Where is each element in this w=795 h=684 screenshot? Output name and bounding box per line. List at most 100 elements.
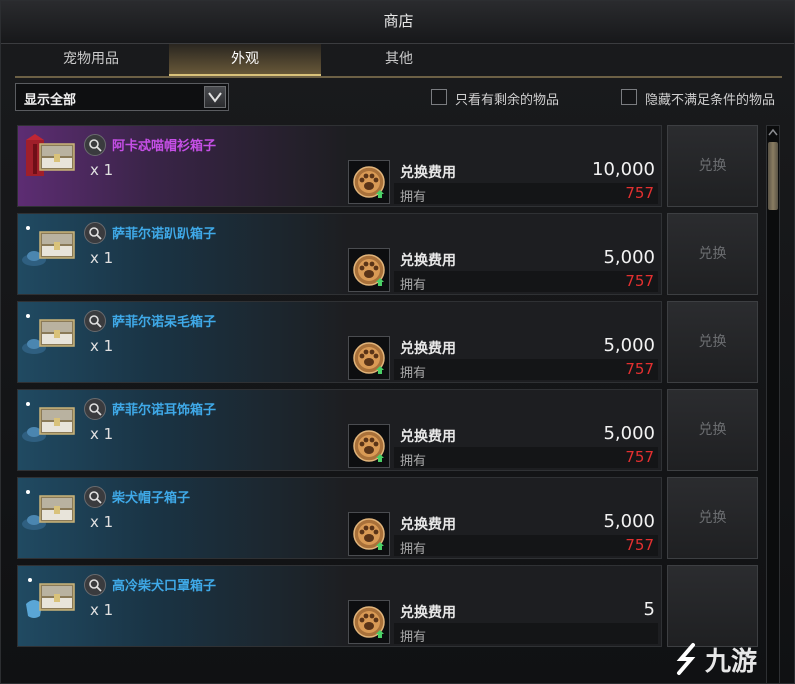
cost-label: 兑换费用 — [400, 429, 456, 445]
owned-label: 拥有 — [400, 366, 427, 381]
shop-item-row: 阿卡忒喵帽衫箱子 x 1 兑换费用 10,000 拥有 757 兑换 — [17, 125, 758, 207]
item-quantity: x 1 — [90, 513, 114, 531]
watermark-text: 九游 — [705, 647, 758, 677]
shop-item-row: 高冷柴犬口罩箱子 x 1 兑换费用 5 拥有 — [17, 565, 758, 647]
owned-bar: 拥有 757 — [394, 359, 658, 381]
item-name: 萨菲尔诺耳饰箱子 — [112, 403, 217, 418]
exchange-button-label: 兑换 — [698, 246, 727, 262]
magnifier-icon[interactable] — [84, 574, 106, 596]
chest-mask-icon[interactable] — [20, 570, 78, 630]
checkbox-hide-unmet[interactable]: 隐藏不满足条件的物品 — [621, 87, 791, 108]
magnifier-icon[interactable] — [84, 222, 106, 244]
item-name: 萨菲尔诺呆毛箱子 — [112, 315, 217, 330]
owned-value: 757 — [625, 448, 654, 466]
exchange-button-label: 兑换 — [698, 334, 727, 350]
dropdown-value: 显示全部 — [24, 93, 77, 108]
magnifier-icon[interactable] — [84, 398, 106, 420]
checkbox-box[interactable] — [621, 89, 637, 105]
shop-item-row: 柴犬帽子箱子 x 1 兑换费用 5,000 拥有 757 兑换 — [17, 477, 758, 559]
cost-value: 5,000 — [603, 247, 655, 268]
owned-value: 757 — [625, 360, 654, 378]
scroll-up-icon[interactable] — [767, 126, 779, 138]
exchange-button[interactable] — [667, 565, 758, 647]
item-panel: 萨菲尔诺趴趴箱子 x 1 兑换费用 5,000 拥有 757 — [17, 213, 662, 295]
item-name: 柴犬帽子箱子 — [112, 491, 191, 506]
window-title: 商店 — [383, 12, 414, 30]
owned-label: 拥有 — [400, 190, 427, 205]
item-panel: 阿卡忒喵帽衫箱子 x 1 兑换费用 10,000 拥有 757 — [17, 125, 662, 207]
chest-hat-icon[interactable] — [20, 218, 78, 278]
owned-label: 拥有 — [400, 630, 427, 645]
exchange-button-label: 兑换 — [698, 422, 727, 438]
tab-bar: 宠物用品 外观 其他 — [15, 44, 782, 78]
exchange-button[interactable]: 兑换 — [667, 301, 758, 383]
owned-bar: 拥有 — [394, 623, 658, 645]
item-quantity: x 1 — [90, 425, 114, 443]
item-quantity: x 1 — [90, 337, 114, 355]
paw-currency-icon — [348, 160, 390, 204]
chest-hoodie-icon[interactable] — [20, 130, 78, 190]
shop-item-row: 萨菲尔诺耳饰箱子 x 1 兑换费用 5,000 拥有 757 兑换 — [17, 389, 758, 471]
owned-bar: 拥有 757 — [394, 535, 658, 557]
cost-label: 兑换费用 — [400, 605, 456, 621]
item-panel: 柴犬帽子箱子 x 1 兑换费用 5,000 拥有 757 — [17, 477, 662, 559]
checkbox-remaining-only[interactable]: 只看有剩余的物品 — [431, 87, 591, 108]
exchange-button[interactable]: 兑换 — [667, 389, 758, 471]
owned-label: 拥有 — [400, 542, 427, 557]
magnifier-icon[interactable] — [84, 134, 106, 156]
paw-currency-icon — [348, 600, 390, 644]
watermark-logo-icon — [676, 643, 696, 675]
cost-label: 兑换费用 — [400, 165, 456, 181]
title-bar: 商店 — [1, 1, 794, 44]
scrollbar[interactable] — [766, 125, 780, 683]
owned-label: 拥有 — [400, 454, 427, 469]
checkbox-label: 隐藏不满足条件的物品 — [645, 93, 776, 108]
filter-dropdown[interactable]: 显示全部 — [15, 83, 229, 111]
tab-other[interactable]: 其他 — [323, 44, 475, 76]
exchange-button-label: 兑换 — [698, 510, 727, 526]
cost-value: 5,000 — [603, 423, 655, 444]
exchange-button[interactable]: 兑换 — [667, 125, 758, 207]
filter-row: 显示全部 只看有剩余的物品 隐藏不满足条件的物品 — [15, 83, 782, 111]
chest-hat-icon[interactable] — [20, 482, 78, 542]
exchange-button-label: 兑换 — [698, 158, 727, 174]
owned-bar: 拥有 757 — [394, 271, 658, 293]
item-panel: 萨菲尔诺耳饰箱子 x 1 兑换费用 5,000 拥有 757 — [17, 389, 662, 471]
checkbox-label: 只看有剩余的物品 — [455, 93, 560, 108]
exchange-button[interactable]: 兑换 — [667, 477, 758, 559]
magnifier-icon[interactable] — [84, 486, 106, 508]
owned-value: 757 — [625, 184, 654, 202]
cost-label: 兑换费用 — [400, 517, 456, 533]
paw-currency-icon — [348, 336, 390, 380]
paw-currency-icon — [348, 248, 390, 292]
checkbox-box[interactable] — [431, 89, 447, 105]
paw-currency-icon — [348, 512, 390, 556]
chest-hat-icon[interactable] — [20, 394, 78, 454]
scroll-thumb[interactable] — [768, 142, 778, 210]
cost-label: 兑换费用 — [400, 253, 456, 269]
item-quantity: x 1 — [90, 601, 114, 619]
cost-value: 10,000 — [592, 159, 655, 180]
item-name: 萨菲尔诺趴趴箱子 — [112, 227, 217, 242]
magnifier-icon[interactable] — [84, 310, 106, 332]
item-panel: 高冷柴犬口罩箱子 x 1 兑换费用 5 拥有 — [17, 565, 662, 647]
tab-appearance[interactable]: 外观 — [169, 44, 321, 76]
shop-window: 商店 宠物用品 外观 其他 显示全部 只看有剩余的物品 隐藏不满足条件的物品 阿… — [0, 0, 795, 684]
chest-hat-icon[interactable] — [20, 306, 78, 366]
item-list: 阿卡忒喵帽衫箱子 x 1 兑换费用 10,000 拥有 757 兑换 萨菲尔诺趴趴箱子 x 1兑… — [15, 121, 762, 683]
cost-label: 兑换费用 — [400, 341, 456, 357]
item-quantity: x 1 — [90, 249, 114, 267]
item-name: 阿卡忒喵帽衫箱子 — [112, 139, 217, 154]
paw-currency-icon — [348, 424, 390, 468]
chevron-down-icon[interactable] — [204, 86, 226, 108]
tab-pet-supplies[interactable]: 宠物用品 — [15, 44, 167, 76]
shop-item-row: 萨菲尔诺趴趴箱子 x 1 兑换费用 5,000 拥有 757 兑换 — [17, 213, 758, 295]
owned-label: 拥有 — [400, 278, 427, 293]
owned-bar: 拥有 757 — [394, 447, 658, 469]
item-panel: 萨菲尔诺呆毛箱子 x 1 兑换费用 5,000 拥有 757 — [17, 301, 662, 383]
item-quantity: x 1 — [90, 161, 114, 179]
owned-value: 757 — [625, 272, 654, 290]
owned-bar: 拥有 757 — [394, 183, 658, 205]
cost-value: 5,000 — [603, 335, 655, 356]
exchange-button[interactable]: 兑换 — [667, 213, 758, 295]
